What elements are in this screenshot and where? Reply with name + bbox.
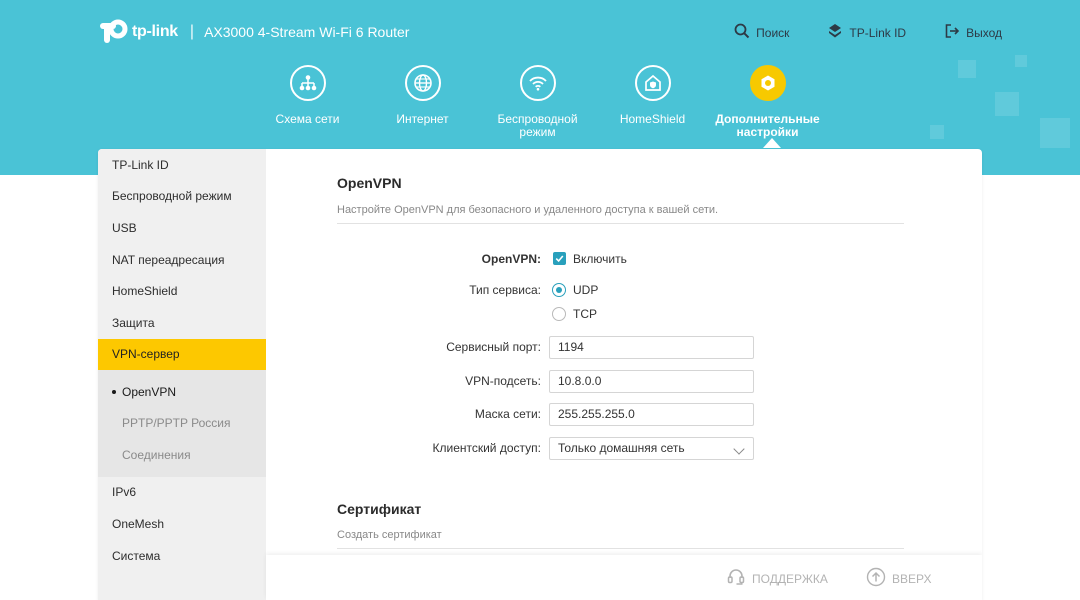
section-divider xyxy=(337,548,904,549)
netmask-input[interactable]: 255.255.255.0 xyxy=(549,403,754,426)
globe-icon xyxy=(404,65,441,101)
logo-text: tp-link xyxy=(132,23,178,40)
sidebar-submenu: OpenVPN PPTP/PPTP Россия Соединения xyxy=(98,370,266,477)
section-divider xyxy=(337,223,904,224)
arrow-up-icon xyxy=(866,567,886,590)
gear-icon xyxy=(749,65,786,101)
certificate-section-title: Сертификат xyxy=(337,501,422,517)
nav-label: Схема сети xyxy=(275,112,340,126)
service-udp-label: UDP xyxy=(573,283,599,297)
scroll-top-button[interactable]: ВВЕРХ xyxy=(866,567,931,590)
decor-square xyxy=(930,125,944,139)
headset-icon xyxy=(726,567,746,590)
sidebar-item-security[interactable]: Защита xyxy=(98,307,266,339)
sidebar-item-ipv6[interactable]: IPv6 xyxy=(98,477,266,509)
tplink-id-button[interactable]: TP-Link ID xyxy=(827,23,906,42)
chevron-down-icon xyxy=(733,443,745,455)
top-actions: Поиск TP-Link ID Выход xyxy=(734,23,1002,42)
sidebar-item-tplink-id[interactable]: TP-Link ID xyxy=(98,149,266,181)
support-label: ПОДДЕРЖКА xyxy=(752,571,828,586)
decor-square xyxy=(1040,118,1070,148)
tplink-id-label: TP-Link ID xyxy=(849,25,907,40)
vpn-subnet-label: VPN-подсеть: xyxy=(465,374,541,388)
vpn-subnet-input[interactable]: 10.8.0.0 xyxy=(549,370,754,393)
nav-homeshield[interactable]: HomeShield xyxy=(595,65,710,139)
openvpn-enable-checkbox[interactable] xyxy=(553,252,566,265)
nav-label: HomeShield xyxy=(619,112,686,126)
openvpn-enable-row: OpenVPN: Включить xyxy=(337,248,904,270)
active-nav-caret xyxy=(763,138,781,148)
logout-icon xyxy=(944,23,960,42)
nav-network-map[interactable]: Схема сети xyxy=(250,65,365,139)
decor-square xyxy=(995,92,1019,116)
sidebar-subitem-openvpn[interactable]: OpenVPN xyxy=(98,376,266,408)
sidebar-item-usb[interactable]: USB xyxy=(98,212,266,244)
sidebar-item-homeshield[interactable]: HomeShield xyxy=(98,275,266,307)
sidebar-subitem-pptp[interactable]: PPTP/PPTP Россия xyxy=(98,408,266,440)
service-port-input[interactable]: 1194 xyxy=(549,336,754,359)
sidebar-item-vpn-server[interactable]: VPN-сервер xyxy=(98,338,266,371)
search-label: Поиск xyxy=(756,25,790,40)
sidebar-item-wireless[interactable]: Беспроводной режим xyxy=(98,181,266,213)
client-access-label: Клиентский доступ: xyxy=(432,441,542,455)
sidebar-subitem-label: OpenVPN xyxy=(122,384,177,399)
service-type-row: Тип сервиса: UDP xyxy=(337,279,904,301)
support-button[interactable]: ПОДДЕРЖКА xyxy=(726,567,828,590)
check-icon xyxy=(555,255,564,263)
home-shield-icon xyxy=(634,65,671,101)
sidebar: TP-Link ID Беспроводной режим USB NAT пе… xyxy=(98,149,266,600)
netmask-row: Маска сети: 255.255.255.0 xyxy=(337,403,904,426)
client-access-row: Клиентский доступ: Только домашняя сеть xyxy=(337,437,904,460)
sidebar-subitem-connections[interactable]: Соединения xyxy=(98,439,266,471)
footer-bar: ПОДДЕРЖКА ВВЕРХ xyxy=(266,555,982,600)
sidebar-item-onemesh[interactable]: OneMesh xyxy=(98,508,266,540)
nav-label: Интернет xyxy=(396,112,449,126)
current-dot-icon xyxy=(112,389,116,394)
logout-button[interactable]: Выход xyxy=(944,23,1002,42)
brand-logo[interactable]: tp-link | AX3000 4-Stream Wi-Fi 6 Router xyxy=(98,17,409,47)
service-udp-radio[interactable] xyxy=(552,283,566,297)
openvpn-enable-label: OpenVPN: xyxy=(481,252,541,266)
openvpn-section-description: Настройте OpenVPN для безопасного и удал… xyxy=(337,204,719,216)
nav-internet[interactable]: Интернет xyxy=(365,65,480,139)
service-tcp-label: TCP xyxy=(573,307,597,321)
tp-link-logo-icon xyxy=(98,17,128,47)
sidebar-item-system[interactable]: Система xyxy=(98,540,266,572)
scroll-top-label: ВВЕРХ xyxy=(892,571,932,586)
search-icon xyxy=(734,23,750,42)
nav-label: Беспроводной режим xyxy=(497,112,578,139)
tplink-id-icon xyxy=(827,23,843,42)
main-panel: TP-Link ID Беспроводной режим USB NAT пе… xyxy=(98,149,982,600)
logo-separator: | xyxy=(189,23,195,40)
vpn-subnet-row: VPN-подсеть: 10.8.0.0 xyxy=(337,370,904,393)
service-port-label: Сервисный порт: xyxy=(446,340,541,354)
decor-square xyxy=(958,60,976,78)
nav-advanced[interactable]: Дополнительные настройки xyxy=(710,65,825,139)
service-tcp-row: TCP xyxy=(337,303,904,325)
client-access-select[interactable]: Только домашняя сеть xyxy=(549,437,754,460)
router-model: AX3000 4-Stream Wi-Fi 6 Router xyxy=(204,24,410,40)
decor-square xyxy=(1015,55,1027,67)
service-type-label: Тип сервиса: xyxy=(469,283,541,297)
nav-label: Дополнительные настройки xyxy=(715,112,820,139)
search-button[interactable]: Поиск xyxy=(734,23,789,42)
client-access-value: Только домашняя сеть xyxy=(558,441,685,455)
sidebar-item-nat-forwarding[interactable]: NAT переадресация xyxy=(98,244,266,276)
network-map-icon xyxy=(289,65,326,101)
nav-wireless[interactable]: Беспроводной режим xyxy=(480,65,595,139)
service-port-row: Сервисный порт: 1194 xyxy=(337,336,904,359)
netmask-label: Маска сети: xyxy=(474,407,541,421)
main-nav: Схема сети Интернет Беспроводной режим H… xyxy=(250,65,825,139)
certificate-section-description: Создать сертификат xyxy=(337,529,442,541)
logout-label: Выход xyxy=(966,25,1002,40)
openvpn-section-title: OpenVPN xyxy=(337,175,402,191)
wifi-icon xyxy=(519,65,556,101)
openvpn-enable-option: Включить xyxy=(573,252,627,266)
service-tcp-radio[interactable] xyxy=(552,307,566,321)
